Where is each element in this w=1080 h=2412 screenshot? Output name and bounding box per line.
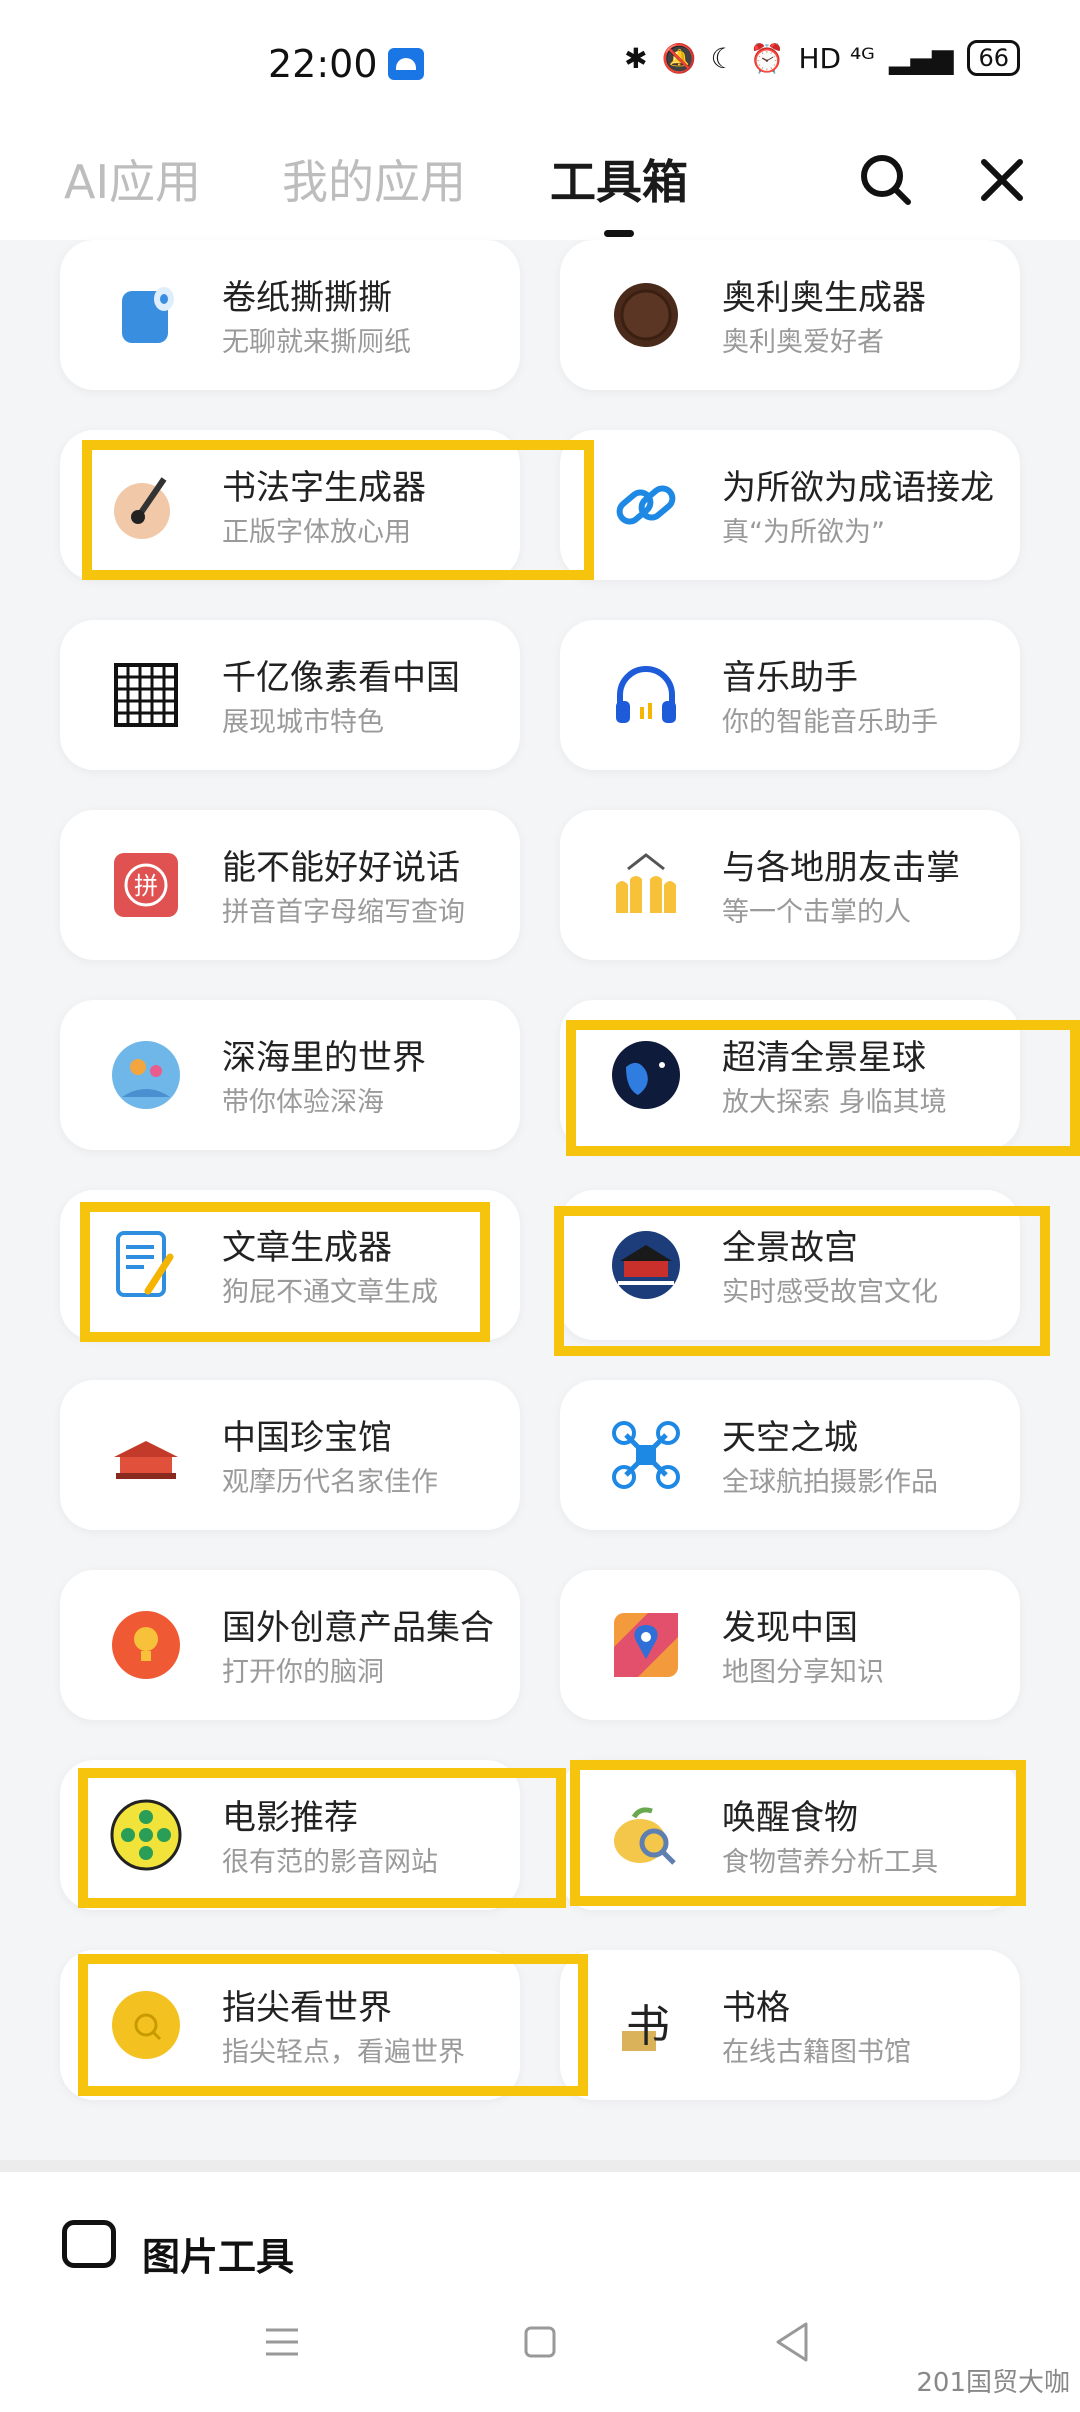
tool-card-music[interactable]: 音乐助手 你的智能音乐助手 [560, 620, 1020, 770]
tool-title: 卷纸撕撕撕 [222, 278, 392, 318]
tool-subtitle: 展现城市特色 [222, 707, 384, 738]
alarm-icon: ⏰ [749, 41, 785, 75]
tool-title: 天空之城 [722, 1418, 858, 1458]
tool-subtitle: 无聊就来撕厕纸 [222, 327, 411, 358]
tool-card-creative-products[interactable]: 国外创意产品集合 打开你的脑洞 [60, 1570, 520, 1720]
tool-title: 奥利奥生成器 [722, 278, 926, 318]
deep-sea-icon [112, 1041, 180, 1109]
tool-subtitle: 等一个击掌的人 [722, 897, 911, 928]
mute-icon: 🔕 [661, 41, 697, 75]
palace-icon [114, 1441, 178, 1479]
tool-title: 中国珍宝馆 [222, 1418, 392, 1458]
bluetooth-icon: ✱ [624, 41, 648, 75]
tool-card-treasure-hall[interactable]: 中国珍宝馆 观摩历代名家佳作 [60, 1380, 520, 1530]
tool-card-shuge[interactable]: 书 书格 在线古籍图书馆 [560, 1950, 1020, 2100]
svg-text:拼: 拼 [134, 872, 158, 900]
image-tool-icon [62, 2220, 116, 2268]
high-five-icon [616, 853, 676, 913]
tool-title: 发现中国 [722, 1608, 858, 1648]
tool-card-idiom-chain[interactable]: 为所欲为成语接龙 真“为所欲为” [560, 430, 1020, 580]
oreo-icon [614, 283, 678, 347]
back-icon[interactable] [772, 2320, 812, 2364]
tool-title: 千亿像素看中国 [222, 658, 460, 698]
tool-subtitle: 打开你的脑洞 [222, 1657, 384, 1688]
status-bar: 22:00 ✱ 🔕 ☾ ⏰ HD ⁴ᴳ ▂▄▆ 66 [0, 0, 1080, 130]
drone-icon [612, 1421, 680, 1489]
tool-card-sky-city[interactable]: 天空之城 全球航拍摄影作品 [560, 1380, 1020, 1530]
tool-title: 能不能好好说话 [222, 848, 460, 888]
close-icon[interactable] [972, 150, 1032, 210]
tool-title: 音乐助手 [722, 658, 858, 698]
watermark: 201国贸大咖 [916, 2368, 1070, 2398]
pixel-grid-icon [114, 663, 178, 727]
toilet-paper-icon [122, 287, 174, 343]
tool-subtitle: 你的智能音乐助手 [722, 707, 938, 738]
signal-icon: ▂▄▆ [888, 41, 954, 75]
lightbulb-icon [112, 1611, 180, 1679]
tool-card-high-five[interactable]: 与各地朋友击掌 等一个击掌的人 [560, 810, 1020, 960]
map-pin-icon [614, 1613, 678, 1677]
tool-card-toilet-paper[interactable]: 卷纸撕撕撕 无聊就来撕厕纸 [60, 240, 520, 390]
tool-card-oreo[interactable]: 奥利奥生成器 奥利奥爱好者 [560, 240, 1020, 390]
highlight-box [554, 1206, 1050, 1356]
highlight-box [566, 1020, 1080, 1156]
battery-indicator: 66 [967, 40, 1020, 76]
tool-subtitle: 地图分享知识 [722, 1657, 884, 1688]
tool-subtitle: 带你体验深海 [222, 1087, 384, 1118]
tool-title: 书格 [722, 1988, 790, 2028]
section-title: 图片工具 [142, 2235, 295, 2279]
chain-link-icon [616, 485, 676, 525]
tab-ai-apps[interactable]: AI应用 [64, 146, 201, 212]
tool-title: 国外创意产品集合 [222, 1608, 494, 1648]
highlight-box [570, 1760, 1026, 1906]
tab-toolbox[interactable]: 工具箱 [550, 146, 688, 212]
android-notification-icon [388, 48, 424, 80]
tool-title: 与各地朋友击掌 [722, 848, 960, 888]
tool-subtitle: 全球航拍摄影作品 [722, 1467, 938, 1498]
highlight-box [80, 1202, 490, 1342]
status-time: 22:00 [268, 42, 378, 86]
tab-bar: AI应用 我的应用 工具箱 [0, 130, 1080, 240]
tool-subtitle: 观摩历代名家佳作 [222, 1467, 438, 1498]
ancient-book-icon: 书 [622, 2001, 670, 2052]
tool-subtitle: 拼音首字母缩写查询 [222, 897, 465, 928]
status-icons: ✱ 🔕 ☾ ⏰ HD ⁴ᴳ ▂▄▆ 66 [624, 40, 1020, 76]
tool-title: 为所欲为成语接龙 [722, 468, 994, 508]
menu-icon[interactable] [262, 2322, 302, 2362]
tool-subtitle: 真“为所欲为” [722, 517, 885, 548]
headphones-icon [616, 666, 676, 723]
pinyin-seal-icon: 拼 [114, 853, 178, 917]
tool-subtitle: 在线古籍图书馆 [722, 2037, 911, 2068]
network-label: HD ⁴ᴳ [798, 41, 875, 75]
search-icon[interactable] [856, 150, 916, 210]
svg-text:书: 书 [626, 2001, 670, 2052]
tool-title: 深海里的世界 [222, 1038, 426, 1078]
moon-icon: ☾ [710, 41, 736, 75]
tool-card-pinyin[interactable]: 拼 能不能好好说话 拼音首字母缩写查询 [60, 810, 520, 960]
tab-my-apps[interactable]: 我的应用 [282, 146, 466, 212]
active-tab-indicator [604, 230, 634, 237]
tool-card-deep-sea[interactable]: 深海里的世界 带你体验深海 [60, 1000, 520, 1150]
tool-card-discover-china[interactable]: 发现中国 地图分享知识 [560, 1570, 1020, 1720]
highlight-box [78, 1768, 566, 1908]
home-icon[interactable] [520, 2322, 560, 2362]
tool-card-pixels-china[interactable]: 千亿像素看中国 展现城市特色 [60, 620, 520, 770]
highlight-box [82, 440, 594, 580]
highlight-box [78, 1954, 588, 2096]
tool-subtitle: 奥利奥爱好者 [722, 327, 884, 358]
